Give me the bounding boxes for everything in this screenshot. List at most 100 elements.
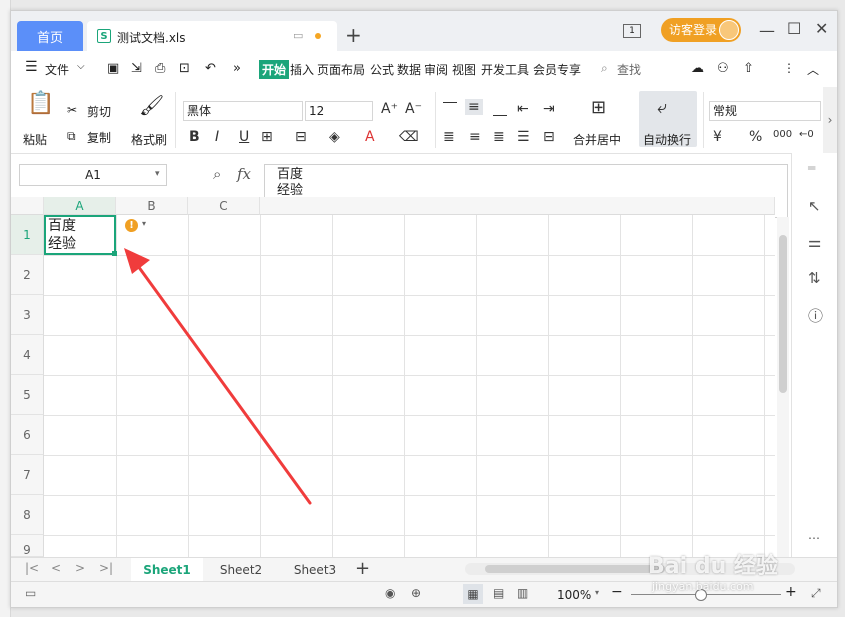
merge-center-button[interactable]: 合并居中: [573, 131, 621, 148]
copy-button[interactable]: 复制: [87, 129, 111, 146]
tab-view[interactable]: 视图: [452, 61, 476, 78]
row-header-9[interactable]: 9: [11, 535, 44, 557]
horizontal-scroll-thumb[interactable]: [485, 565, 665, 573]
brush-icon[interactable]: 🖌: [139, 93, 164, 117]
warning-icon[interactable]: !: [125, 219, 138, 232]
collapse-ribbon-icon[interactable]: ︿: [807, 61, 819, 78]
fill-handle[interactable]: [112, 251, 117, 256]
row-header-5[interactable]: 5: [11, 375, 44, 415]
vertical-scrollbar[interactable]: [777, 217, 789, 557]
align-bottom-icon[interactable]: ⎽: [493, 101, 507, 117]
window-count-icon[interactable]: 1: [623, 24, 641, 38]
row-header-7[interactable]: 7: [11, 455, 44, 495]
cursor-icon[interactable]: ↖: [808, 197, 821, 215]
name-box[interactable]: A1: [19, 164, 167, 186]
indent-increase-icon[interactable]: ⇥: [543, 101, 555, 117]
fullscreen-icon[interactable]: ⤢: [811, 586, 821, 601]
monitor-icon[interactable]: ▭: [293, 29, 303, 42]
document-tab[interactable]: S 测试文档.xls ▭: [87, 21, 337, 51]
justify-icon[interactable]: ☰: [517, 129, 530, 145]
share-icon[interactable]: ⇧: [743, 61, 754, 76]
percent-icon[interactable]: %: [749, 129, 762, 145]
collaborate-icon[interactable]: ⚇: [717, 61, 729, 76]
first-sheet-icon[interactable]: |<: [25, 561, 39, 575]
cloud-icon[interactable]: ☁: [691, 61, 704, 76]
tab-review[interactable]: 审阅: [424, 61, 448, 78]
more-chevrons-icon[interactable]: »: [233, 61, 241, 76]
status-layout-icon[interactable]: ▭: [25, 586, 36, 600]
decimal-icon[interactable]: ←0: [799, 129, 814, 140]
page-layout-view-icon[interactable]: ▤: [493, 586, 504, 600]
select-all-corner[interactable]: [11, 197, 44, 215]
merge-cells-icon[interactable]: ⊞: [591, 97, 606, 118]
zoom-dropdown-icon[interactable]: ▾: [595, 588, 599, 597]
tab-page-layout[interactable]: 页面布局: [317, 61, 365, 78]
search-icon[interactable]: ⌕: [601, 61, 608, 76]
sheet-tab-2[interactable]: Sheet2: [205, 558, 277, 582]
align-top-icon[interactable]: ⎺: [443, 101, 457, 117]
tab-home[interactable]: 开始: [259, 60, 290, 79]
more-icon[interactable]: ⋮: [783, 61, 795, 75]
preview-icon[interactable]: ⊡: [179, 61, 190, 76]
tab-insert[interactable]: 插入: [290, 61, 314, 78]
zoom-slider[interactable]: [631, 589, 781, 601]
column-header-c[interactable]: C: [188, 197, 260, 215]
transform-icon[interactable]: ⇅: [808, 269, 821, 287]
scissors-icon[interactable]: ✂: [67, 103, 77, 117]
add-sheet-icon[interactable]: +: [355, 558, 370, 579]
input-method-icon[interactable]: ⊕: [411, 586, 421, 600]
print-icon[interactable]: ⎙: [155, 61, 165, 76]
close-icon[interactable]: ✕: [815, 19, 828, 38]
undo-icon[interactable]: ↶: [205, 61, 216, 76]
auto-wrap-button[interactable]: ⤶ 自动换行: [639, 91, 697, 147]
search-label[interactable]: 查找: [617, 61, 641, 78]
row-header-3[interactable]: 3: [11, 295, 44, 335]
font-color-icon[interactable]: A: [365, 129, 375, 145]
column-header-b[interactable]: B: [116, 197, 188, 215]
align-middle-icon[interactable]: ≡: [465, 99, 483, 115]
tab-member[interactable]: 会员专享: [533, 61, 581, 78]
paste-button[interactable]: 粘贴: [23, 131, 47, 148]
cut-button[interactable]: 剪切: [87, 103, 111, 120]
sheet-tab-3[interactable]: Sheet3: [279, 558, 351, 582]
ribbon-scroll-right-icon[interactable]: ›: [823, 87, 837, 153]
currency-icon[interactable]: ¥: [713, 129, 722, 145]
next-sheet-icon[interactable]: >: [75, 561, 85, 575]
home-tab[interactable]: 首页: [17, 21, 83, 51]
underline-icon[interactable]: U: [239, 129, 249, 145]
eye-protection-icon[interactable]: ◉: [385, 586, 395, 600]
format-painter-button[interactable]: 格式刷: [131, 131, 167, 148]
hamburger-icon[interactable]: ☰: [25, 59, 38, 75]
row-header-4[interactable]: 4: [11, 335, 44, 375]
visitor-login-button[interactable]: 访客登录: [661, 18, 741, 42]
align-left-icon[interactable]: ≣: [443, 129, 455, 145]
strikethrough-icon[interactable]: ⊟: [295, 129, 307, 145]
export-icon[interactable]: ⇲: [131, 61, 142, 76]
distribute-icon[interactable]: ⊟: [543, 129, 555, 145]
eraser-icon[interactable]: ⌫: [399, 129, 419, 145]
row-header-8[interactable]: 8: [11, 495, 44, 535]
align-right-icon[interactable]: ≣: [493, 129, 505, 145]
tab-data[interactable]: 数据: [397, 61, 421, 78]
border-icon[interactable]: ⊞: [261, 129, 273, 145]
page-break-view-icon[interactable]: ▥: [517, 586, 528, 600]
paste-icon[interactable]: 📋: [27, 91, 54, 116]
new-tab-plus-icon[interactable]: +: [345, 23, 362, 47]
file-menu[interactable]: 文件: [45, 61, 69, 78]
zoom-out-icon[interactable]: −: [611, 584, 623, 600]
name-box-dropdown-icon[interactable]: ▾: [155, 169, 160, 179]
bold-icon[interactable]: B: [189, 129, 200, 145]
help-icon[interactable]: ⓘ: [808, 305, 823, 326]
normal-view-icon[interactable]: ▦: [463, 584, 483, 604]
sheet-grid[interactable]: A B C 1 2 3 4 5 6 7 8 9 百度 经验 ! ▾: [11, 197, 775, 557]
minimize-icon[interactable]: —: [759, 21, 775, 40]
align-center-icon[interactable]: ≡: [469, 129, 481, 145]
column-header-a[interactable]: A: [44, 197, 116, 215]
zoom-level[interactable]: 100%: [557, 588, 591, 602]
more-horizontal-icon[interactable]: ⋯: [808, 531, 820, 545]
zoom-in-icon[interactable]: +: [785, 584, 797, 600]
row-header-2[interactable]: 2: [11, 255, 44, 295]
row-header-1[interactable]: 1: [11, 215, 44, 255]
vertical-scroll-thumb[interactable]: [779, 235, 787, 393]
prev-sheet-icon[interactable]: <: [51, 561, 61, 575]
